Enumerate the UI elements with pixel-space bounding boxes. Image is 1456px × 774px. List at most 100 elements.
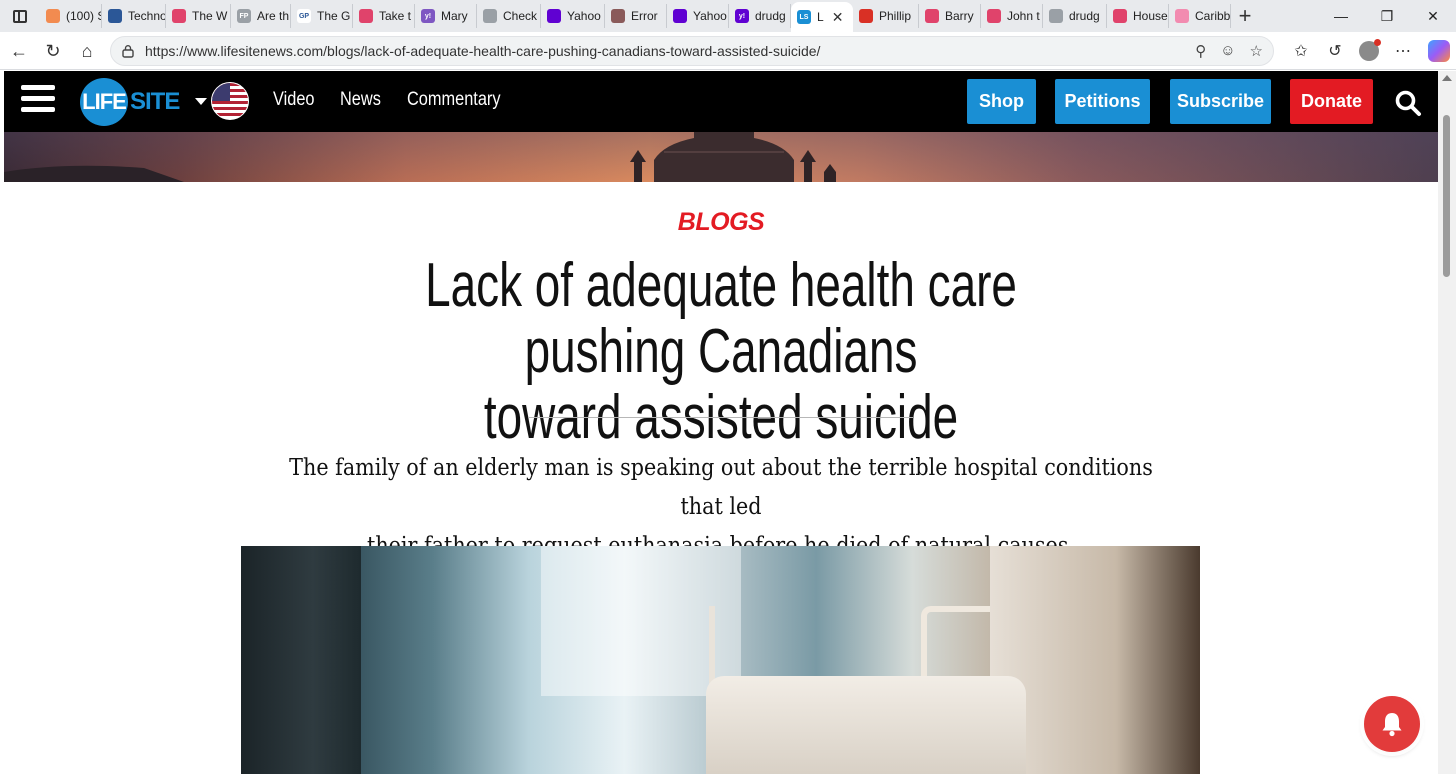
url-text[interactable]: https://www.lifesitenews.com/blogs/lack-… <box>145 43 820 59</box>
petitions-button[interactable]: Petitions <box>1055 79 1150 124</box>
browser-tab[interactable]: y! drudg <box>729 4 791 28</box>
browser-tab[interactable]: Barry <box>919 4 981 28</box>
browser-tab[interactable]: Check <box>477 4 541 28</box>
back-icon[interactable]: ← <box>2 34 36 68</box>
browser-tab[interactable]: GP The G <box>291 4 353 28</box>
site-header: LIFE SITE Video News Commentary Shop Pet… <box>4 71 1438 132</box>
scroll-up-icon[interactable] <box>1442 75 1452 81</box>
tab-title: Barry <box>945 9 974 23</box>
browser-tab[interactable]: Yahoo <box>541 4 605 28</box>
tab-title: The W <box>192 9 228 23</box>
tab-favicon-icon: y! <box>421 9 435 23</box>
new-tab-button[interactable]: + <box>1231 2 1259 30</box>
tab-title: Take t <box>379 9 412 23</box>
scrollbar-thumb[interactable] <box>1443 115 1450 277</box>
tab-favicon-icon: FP <box>237 9 251 23</box>
address-toolbar: ← ↻ ⌂ https://www.lifesitenews.com/blogs… <box>0 32 1456 70</box>
basilica-silhouette <box>4 132 836 182</box>
logo-mark: LIFE <box>80 78 128 126</box>
tab-title: House <box>1133 9 1168 23</box>
donate-button[interactable]: Donate <box>1290 79 1373 124</box>
close-window-icon[interactable]: ✕ <box>1410 0 1456 32</box>
site-logo[interactable]: LIFE SITE <box>80 77 180 127</box>
favorites-icon[interactable]: ✩ <box>1284 34 1318 68</box>
favorite-star-icon[interactable]: ☆ <box>1250 42 1263 60</box>
search-icon[interactable] <box>1394 89 1422 117</box>
tab-favicon-icon <box>987 9 1001 23</box>
browser-tab[interactable]: John t <box>981 4 1043 28</box>
tab-favicon-icon <box>859 9 873 23</box>
browser-tab-strip: (100) S Techno The W FP Are th GP The G Take ty… <box>0 0 1456 32</box>
browser-tab[interactable]: y! Mary <box>415 4 477 28</box>
reader-icon[interactable]: ☺ <box>1220 42 1235 60</box>
tab-favicon-icon <box>1049 9 1063 23</box>
browser-tab[interactable]: The W <box>166 4 231 28</box>
tab-favicon-icon <box>673 9 687 23</box>
browser-tab[interactable]: LS L ✕ <box>791 2 853 32</box>
browser-tab[interactable]: Yahoo <box>667 4 729 28</box>
site-info-icon[interactable] <box>121 44 135 58</box>
page-scrollbar[interactable] <box>1438 71 1456 774</box>
copilot-icon[interactable] <box>1428 40 1450 62</box>
address-bar[interactable]: https://www.lifesitenews.com/blogs/lack-… <box>110 36 1274 66</box>
history-icon[interactable]: ↺ <box>1318 34 1352 68</box>
shop-button[interactable]: Shop <box>967 79 1036 124</box>
main-nav: Video News Commentary <box>273 89 516 111</box>
tab-title: John t <box>1007 9 1040 23</box>
tab-favicon-icon <box>547 9 561 23</box>
browser-tab[interactable]: (100) S <box>40 4 102 28</box>
article-title-line: Lack of adequate health care pushing Can… <box>425 251 1017 386</box>
refresh-icon[interactable]: ↻ <box>36 34 70 68</box>
article-dek-line: The family of an elderly man is speaking… <box>289 455 1153 520</box>
article-title: Lack of adequate health care pushing Can… <box>351 253 1091 451</box>
profile-avatar[interactable] <box>1359 39 1381 61</box>
tab-title: L <box>817 10 824 24</box>
tab-title: Techno <box>128 9 166 23</box>
hero-banner-image <box>4 132 1438 182</box>
hamburger-icon[interactable] <box>21 85 55 115</box>
tab-title: Check <box>503 9 538 23</box>
tab-title: (100) S <box>66 9 102 23</box>
close-tab-icon[interactable]: ✕ <box>832 9 844 26</box>
tab-favicon-icon <box>611 9 625 23</box>
tab-title: Are th <box>257 9 290 23</box>
tab-title: Yahoo <box>567 9 601 23</box>
browser-tab[interactable]: Caribb <box>1169 4 1231 28</box>
us-flag-icon <box>211 82 249 120</box>
tab-title: Phillip <box>879 9 912 23</box>
tab-title: Error <box>631 9 658 23</box>
notification-bell-icon[interactable] <box>1364 696 1420 752</box>
zoom-icon[interactable]: ⚲ <box>1195 42 1206 60</box>
browser-tab[interactable]: Phillip <box>853 4 919 28</box>
article-title-line: toward assisted suicide <box>483 383 959 452</box>
title-divider <box>528 417 913 418</box>
more-menu-icon[interactable]: ⋯ <box>1386 34 1420 68</box>
browser-tab[interactable]: Techno <box>102 4 166 28</box>
nav-news[interactable]: News <box>340 89 381 111</box>
browser-tab[interactable]: House <box>1107 4 1169 28</box>
tab-favicon-icon <box>1113 9 1127 23</box>
article-hero-photo <box>241 546 1200 774</box>
browser-tab[interactable]: Error <box>605 4 667 28</box>
tab-actions-icon[interactable] <box>0 0 40 32</box>
nav-commentary[interactable]: Commentary <box>407 89 501 111</box>
subscribe-button[interactable]: Subscribe <box>1170 79 1271 124</box>
browser-tab[interactable]: FP Are th <box>231 4 291 28</box>
minimize-icon[interactable]: — <box>1318 0 1364 32</box>
tab-title: Caribb <box>1195 9 1231 23</box>
nav-video[interactable]: Video <box>273 89 315 111</box>
logo-text: SITE <box>130 88 180 115</box>
region-selector[interactable] <box>195 82 249 120</box>
tab-favicon-icon: GP <box>297 9 311 23</box>
tab-favicon-icon <box>1175 9 1189 23</box>
section-kicker[interactable]: BLOGS <box>0 208 1442 237</box>
home-icon[interactable]: ⌂ <box>70 34 104 68</box>
tab-favicon-icon <box>46 9 60 23</box>
browser-tab[interactable]: drudg <box>1043 4 1107 28</box>
tab-favicon-icon: LS <box>797 10 811 24</box>
tab-title: The G <box>317 9 351 23</box>
tab-title: Yahoo <box>693 9 727 23</box>
restore-icon[interactable]: ❐ <box>1364 0 1410 32</box>
browser-tab[interactable]: Take t <box>353 4 415 28</box>
window-controls: — ❐ ✕ <box>1318 0 1456 32</box>
